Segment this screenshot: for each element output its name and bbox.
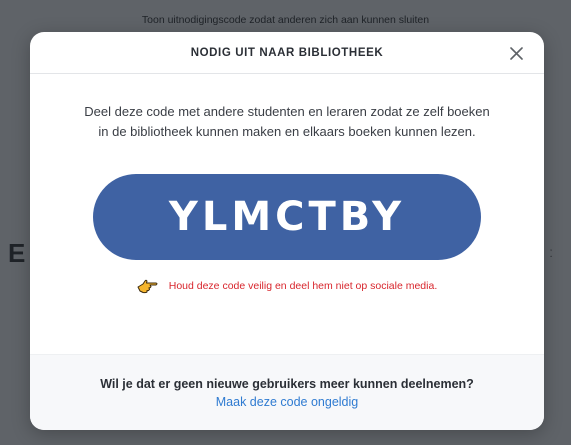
background-menu-fragment: ː [549, 244, 553, 260]
invite-code-box[interactable]: YLMCTBY [93, 174, 481, 260]
dialog-body: Deel deze code met andere studenten en l… [30, 74, 544, 294]
invite-dialog: NODIG UIT NAAR BIBLIOTHEEK Deel deze cod… [30, 32, 544, 430]
background-heading-fragment: E [8, 238, 26, 268]
warning-text: Houd deze code veilig en deel hem niet o… [168, 280, 438, 292]
close-icon [509, 46, 523, 60]
dialog-description: Deel deze code met andere studenten en l… [84, 104, 490, 139]
invite-code[interactable]: YLMCTBY [169, 194, 405, 240]
dialog-header: NODIG UIT NAAR BIBLIOTHEEK [30, 32, 544, 74]
dialog-footer: Wil je dat er geen nieuwe gebruikers mee… [30, 354, 544, 430]
invalidate-code-link[interactable]: Maak deze code ongeldig [216, 395, 358, 409]
close-button[interactable] [506, 43, 526, 63]
security-warning: Houd deze code veilig en deel hem niet o… [70, 278, 504, 294]
invalidate-question: Wil je dat er geen nieuwe gebruikers mee… [100, 377, 474, 391]
dialog-title: NODIG UIT NAAR BIBLIOTHEEK [190, 46, 384, 59]
background-top-text: Toon uitnodigingscode zodat anderen zich… [141, 14, 430, 26]
pointing-hand-icon [137, 279, 158, 294]
